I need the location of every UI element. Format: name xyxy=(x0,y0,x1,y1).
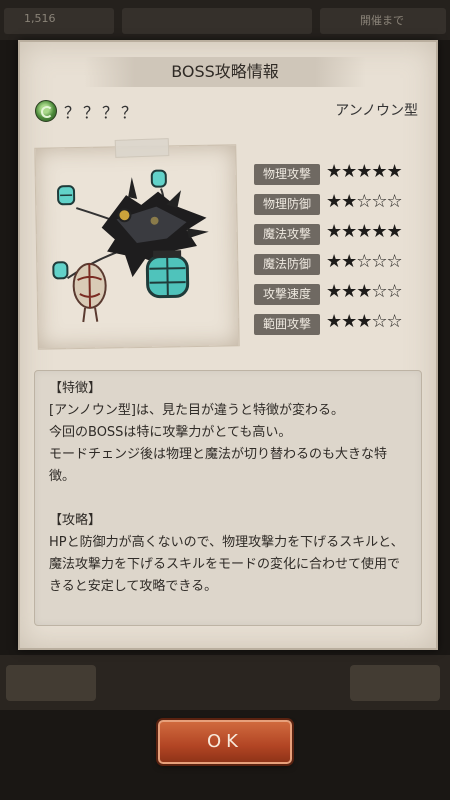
stat-row: 物理防御 ★★☆☆☆ xyxy=(254,191,424,224)
ok-button[interactable]: OK xyxy=(158,720,292,764)
background-top-bar: 1,516 開催まで xyxy=(0,0,450,40)
boss-portrait xyxy=(34,144,240,350)
stat-label: 魔法防御 xyxy=(254,254,320,275)
stat-list: 物理攻撃 ★★★★★ 物理防御 ★★☆☆☆ 魔法攻撃 ★★★★★ 魔法防御 ★★… xyxy=(254,161,424,344)
stat-row: 物理攻撃 ★★★★★ xyxy=(254,161,424,194)
stat-row: 魔法攻撃 ★★★★★ xyxy=(254,221,424,254)
description-box: 【特徴】 [アンノウン型]は、見た目が違うと特徴が変わる。 今回のBOSSは特に… xyxy=(34,370,422,626)
boss-illustration xyxy=(52,169,209,323)
stat-row: 範囲攻撃 ★★★☆☆ xyxy=(254,311,424,344)
feature-line: 今回のBOSSは特に攻撃力がとても高い。 xyxy=(49,425,292,440)
lantern-large xyxy=(145,250,190,299)
star-rating: ★★★☆☆ xyxy=(326,281,403,302)
feature-line: モードチェンジ後は物理と魔法が切り替わるのも大きな特徴。 xyxy=(49,447,388,484)
stat-label: 物理防御 xyxy=(254,194,320,215)
boss-info-dialog: BOSS攻略情報 ？？？？ アンノウン型 物理攻撃 ★★★★★ 物理防御 ★★☆… xyxy=(18,40,438,650)
star-rating: ★★★★★ xyxy=(326,161,403,182)
event-banner xyxy=(122,8,312,34)
background-back-button xyxy=(6,665,96,701)
lantern-small-1 xyxy=(57,185,76,206)
star-rating: ★★★☆☆ xyxy=(326,311,403,332)
strategy-heading: 【攻略】 xyxy=(49,513,102,528)
background-menu-button xyxy=(350,665,440,701)
lantern-small-2 xyxy=(150,169,167,188)
boss-element-icon xyxy=(35,100,57,122)
event-timer-label: 開催まで xyxy=(360,14,404,27)
stat-label: 範囲攻撃 xyxy=(254,314,320,335)
feature-line: [アンノウン型]は、見た目が違うと特徴が変わる。 xyxy=(49,403,344,418)
cage xyxy=(72,262,107,323)
star-rating: ★★☆☆☆ xyxy=(326,251,403,272)
star-rating: ★★☆☆☆ xyxy=(326,191,403,212)
strategy-line: HPと防御力が高くないので、物理攻撃力を下げるスキルと、魔法攻撃力を下げるスキル… xyxy=(49,535,404,594)
stat-label: 攻撃速度 xyxy=(254,284,320,305)
currency-display xyxy=(4,8,114,34)
currency-value: 1,516 xyxy=(24,12,56,25)
stat-row: 魔法防御 ★★☆☆☆ xyxy=(254,251,424,284)
lantern-small-3 xyxy=(52,261,69,280)
star-rating: ★★★★★ xyxy=(326,221,403,242)
stat-label: 物理攻撃 xyxy=(254,164,320,185)
dialog-title: BOSS攻略情報 xyxy=(84,57,366,87)
stat-label: 魔法攻撃 xyxy=(254,224,320,245)
tape-decoration xyxy=(114,138,170,158)
boss-type: アンノウン型 xyxy=(335,103,418,119)
boss-name: ？？？？ xyxy=(64,103,141,122)
feature-heading: 【特徴】 xyxy=(49,381,102,396)
stat-row: 攻撃速度 ★★★☆☆ xyxy=(254,281,424,314)
